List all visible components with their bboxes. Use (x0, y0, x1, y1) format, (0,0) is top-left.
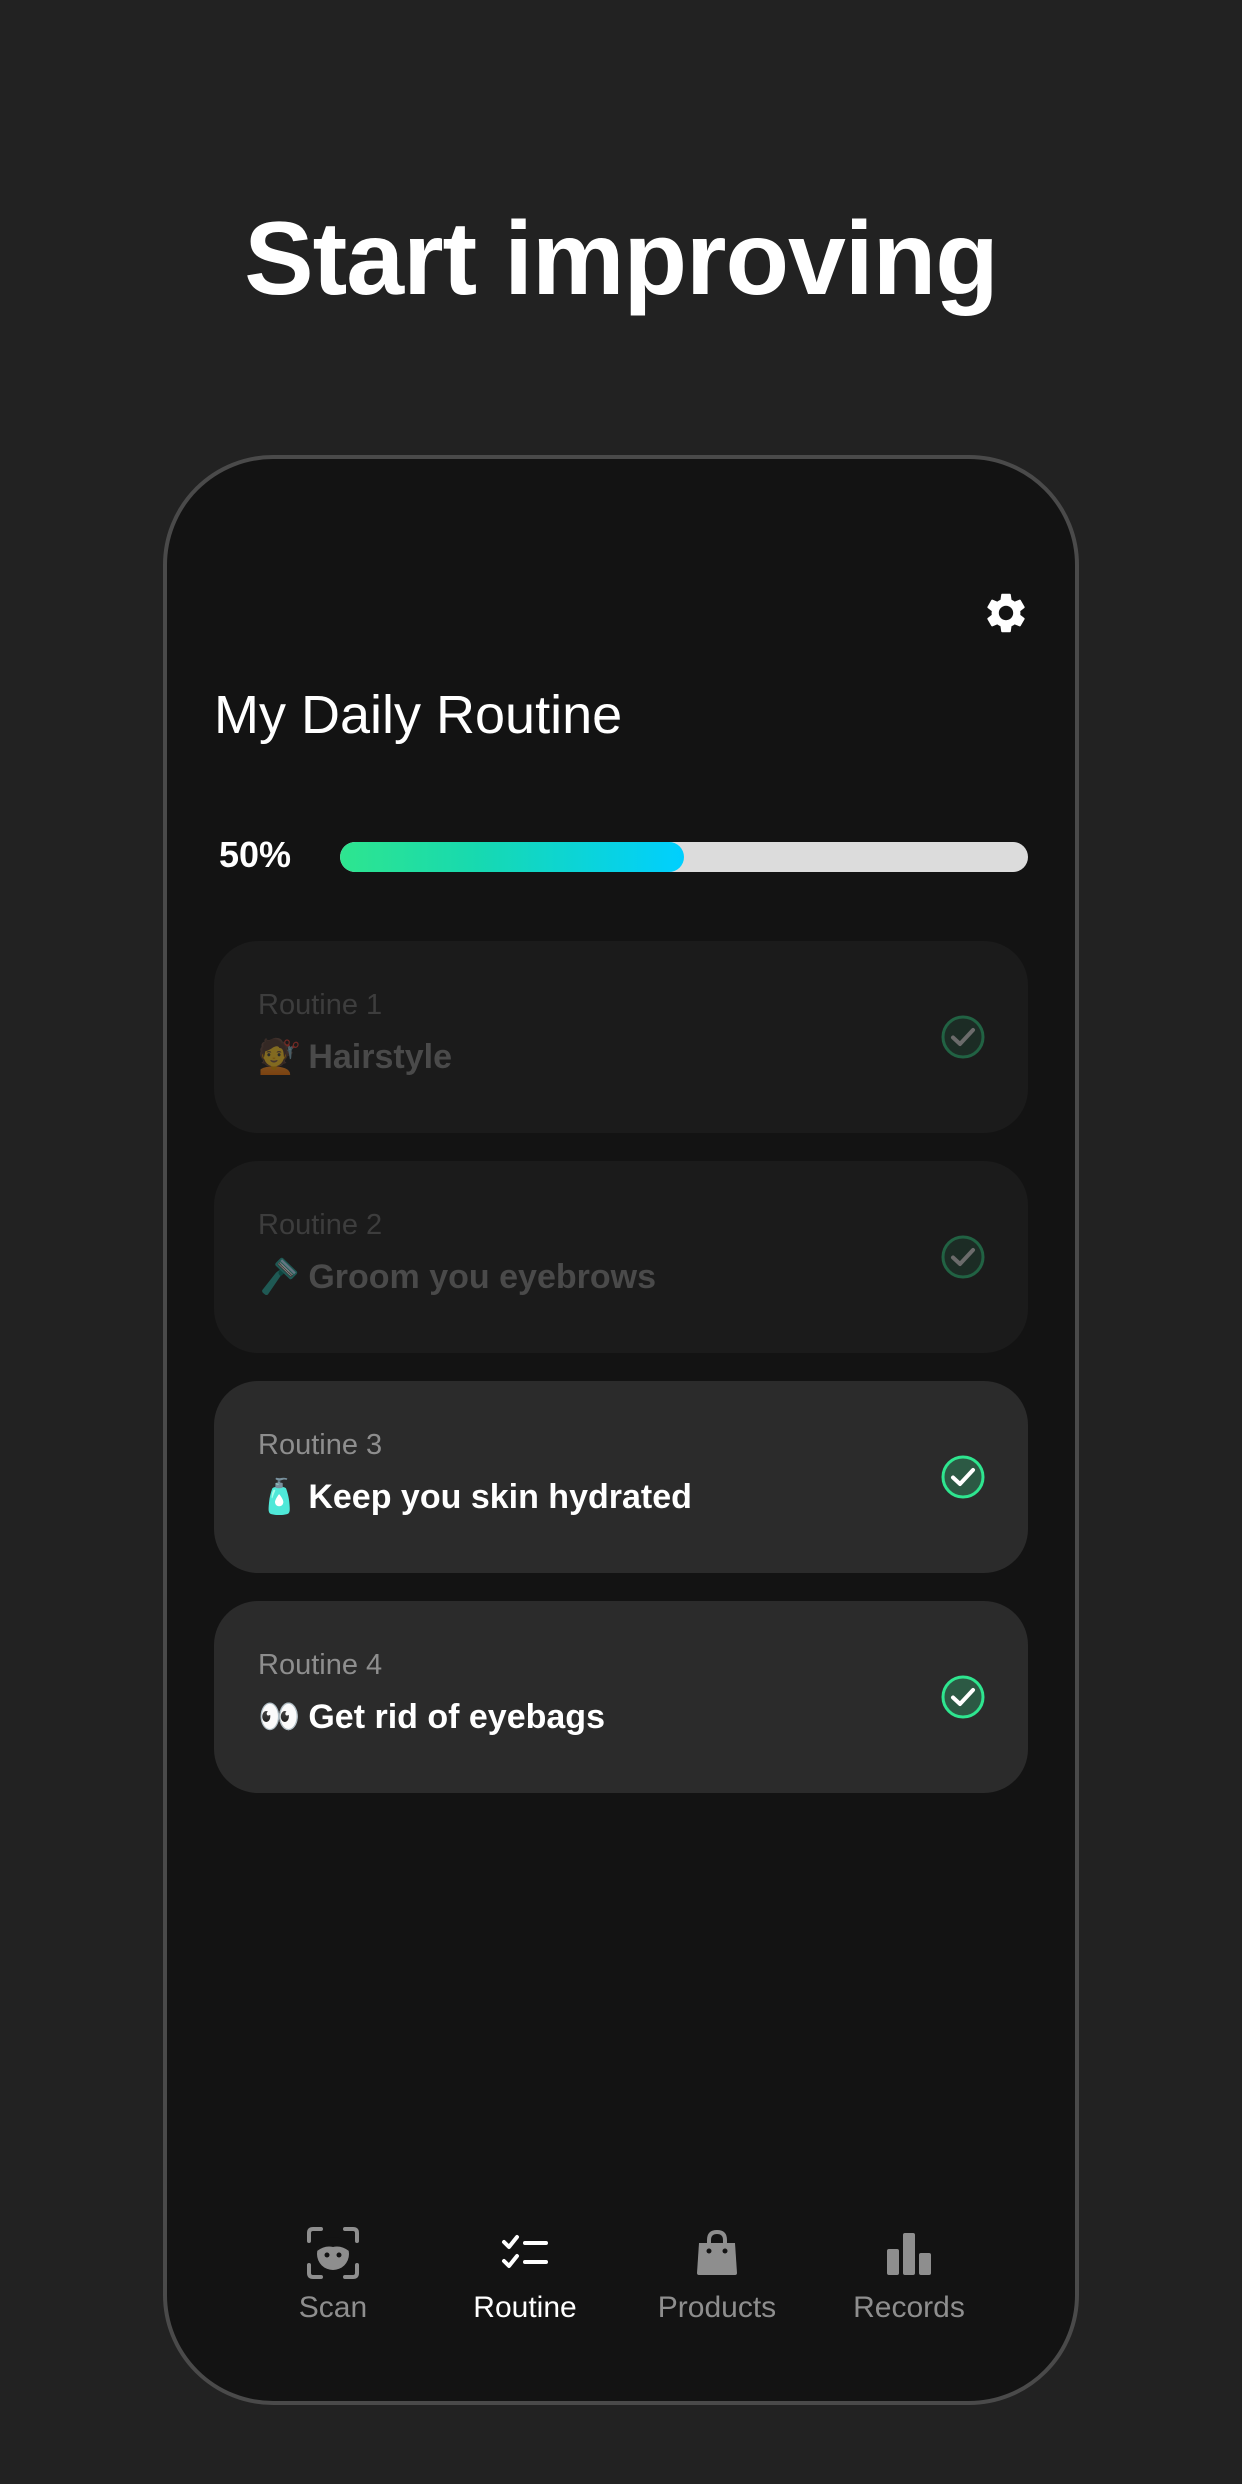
tab-label: Scan (298, 2291, 368, 2324)
routine-title: 🧴 Keep you skin hydrated (258, 1477, 692, 1517)
tab-label: Routine (473, 2291, 577, 2324)
routine-emoji: 💇 (258, 1038, 301, 1076)
tab-label: Records (853, 2291, 965, 2324)
tab-scan[interactable]: Scan (237, 2221, 429, 2341)
phone-frame: My Daily Routine 50% Routine 1 💇 Hairstyle… (163, 455, 1079, 2405)
check-circle-icon (941, 1455, 985, 1499)
routine-title: 💇 Hairstyle (258, 1037, 452, 1077)
routine-emoji: 👀 (258, 1698, 301, 1736)
tab-products[interactable]: Products (621, 2221, 813, 2341)
daily-progress: 50% (214, 824, 1028, 884)
shopping-bag-icon (621, 2221, 813, 2285)
routine-card[interactable]: Routine 3 🧴 Keep you skin hydrated (214, 1381, 1028, 1573)
routine-name: Keep you skin hydrated (308, 1478, 692, 1516)
routine-card[interactable]: Routine 1 💇 Hairstyle (214, 941, 1028, 1133)
settings-button[interactable] (982, 589, 1030, 637)
routine-title: 👀 Get rid of eyebags (258, 1697, 605, 1737)
routine-name: Hairstyle (308, 1038, 452, 1076)
completed-check-button[interactable] (940, 1674, 986, 1720)
checklist-icon (429, 2221, 621, 2285)
routine-title: 🪒 Groom you eyebrows (258, 1257, 656, 1297)
bar-chart-icon (813, 2221, 1005, 2285)
face-scan-icon (237, 2221, 429, 2285)
screen-title: My Daily Routine (214, 685, 623, 745)
progress-percent: 50% (219, 834, 292, 875)
check-circle-icon (941, 1235, 985, 1279)
routine-number: Routine 3 (258, 1429, 383, 1461)
completed-check-button[interactable] (940, 1234, 986, 1280)
routine-name: Groom you eyebrows (308, 1258, 656, 1296)
completed-check-button[interactable] (940, 1454, 986, 1500)
progress-track (340, 842, 1028, 872)
gear-icon (987, 593, 1025, 633)
routine-number: Routine 4 (258, 1649, 383, 1681)
headline: Start improving (244, 201, 999, 317)
tab-label: Products (657, 2291, 777, 2324)
routine-emoji: 🧴 (258, 1478, 301, 1516)
completed-check-button[interactable] (940, 1014, 986, 1060)
tab-records[interactable]: Records (813, 2221, 1005, 2341)
routine-emoji: 🪒 (258, 1258, 301, 1296)
promo-screen: Start improving My Daily Routine 50% Rou… (0, 0, 1242, 2484)
routine-name: Get rid of eyebags (308, 1698, 605, 1736)
tab-bar: Scan Routine Products Records (167, 2221, 1075, 2341)
routine-card[interactable]: Routine 2 🪒 Groom you eyebrows (214, 1161, 1028, 1353)
progress-fill (340, 842, 684, 872)
routine-number: Routine 1 (258, 989, 383, 1021)
routine-list: Routine 1 💇 Hairstyle Routine 2 🪒 Groom you e… (214, 941, 1028, 1821)
tab-routine[interactable]: Routine (429, 2221, 621, 2341)
check-circle-icon (941, 1015, 985, 1059)
check-circle-icon (941, 1675, 985, 1719)
routine-card[interactable]: Routine 4 👀 Get rid of eyebags (214, 1601, 1028, 1793)
routine-number: Routine 2 (258, 1209, 383, 1241)
